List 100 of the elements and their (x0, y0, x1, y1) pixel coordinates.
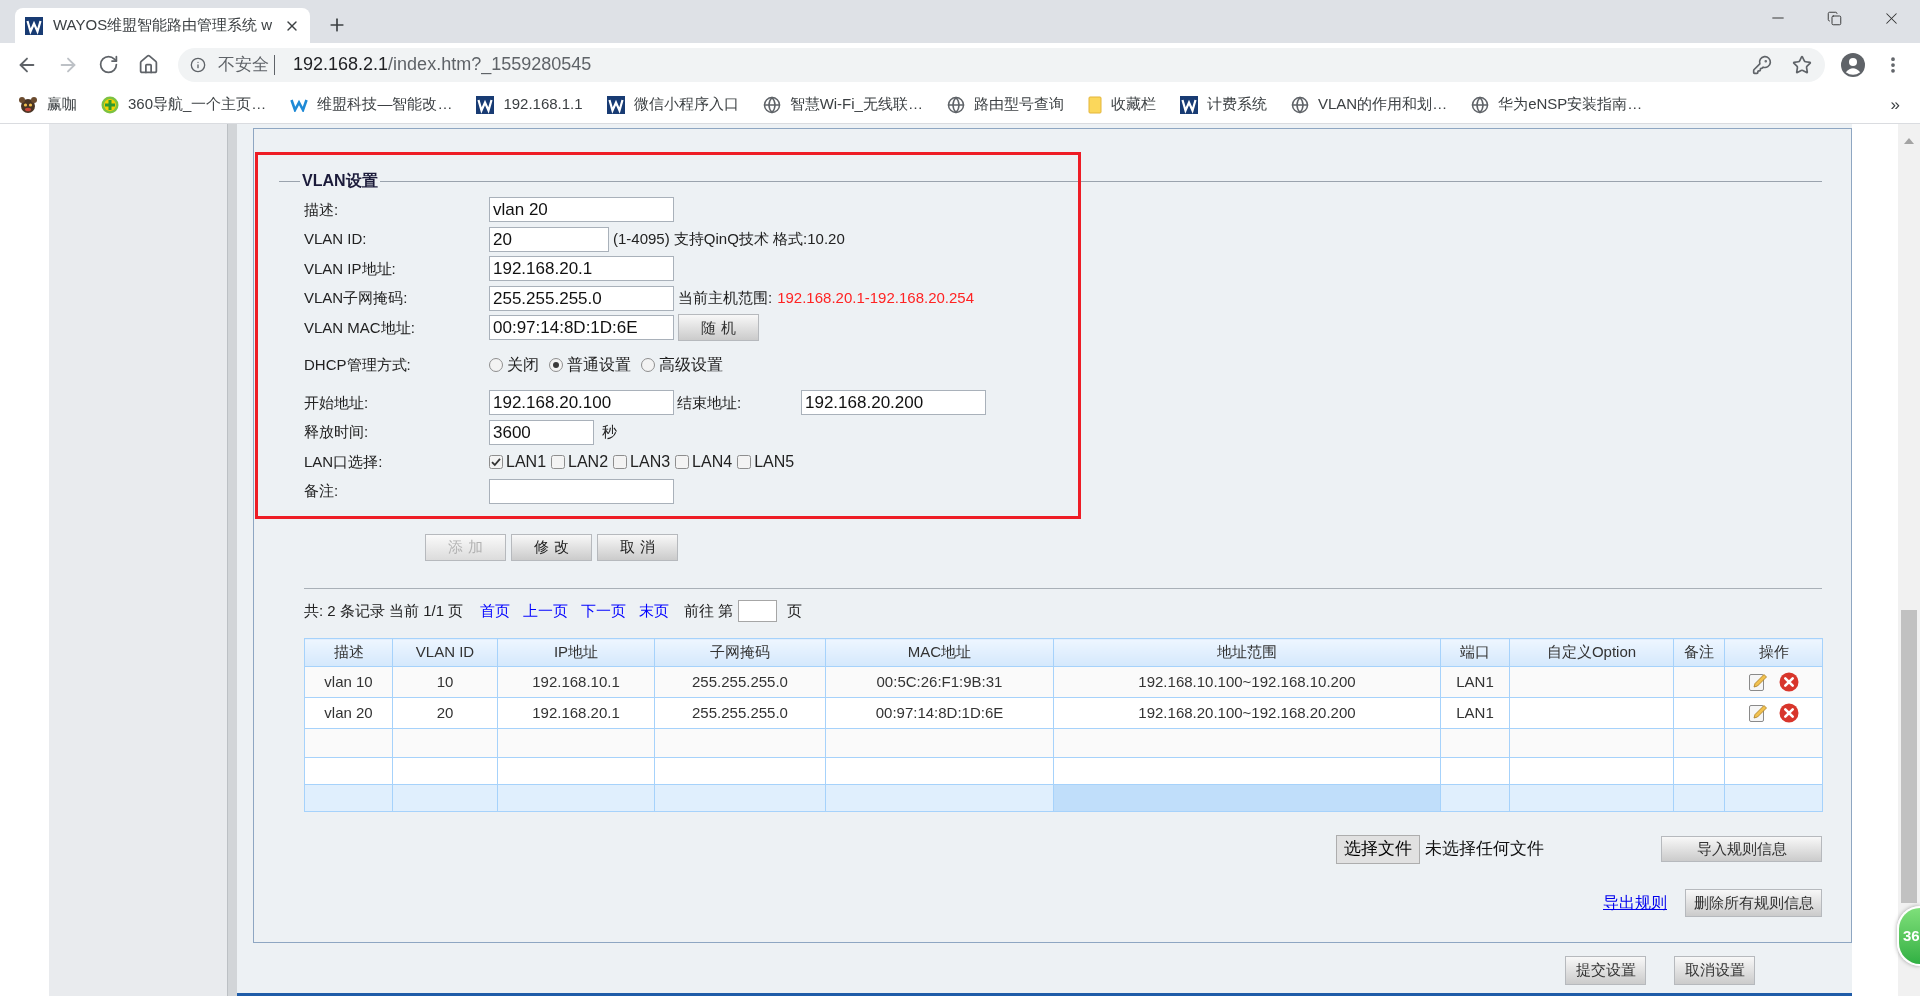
text-field[interactable]: 00:97:14:8D:1D:6E (489, 315, 674, 341)
pagination-link[interactable]: 末页 (639, 599, 670, 623)
delete-all-button[interactable]: 删除所有规则信息 (1685, 889, 1822, 917)
host-range-text: 192.168.20.1-192.168.20.254 (777, 288, 975, 308)
browser-tab[interactable]: WAYOS维盟智能路由管理系统 w (15, 8, 310, 43)
logo-icon (476, 95, 495, 114)
bookmark-item[interactable]: 计费系统 (1179, 93, 1267, 116)
radio-option[interactable]: 高级设置 (641, 353, 723, 378)
restore-icon[interactable] (1827, 10, 1842, 26)
table-cell: 10 (392, 666, 498, 698)
export-link[interactable]: 导出规则 (1603, 891, 1667, 915)
pagination-link[interactable]: 下一页 (581, 599, 627, 623)
checkbox-option[interactable]: LAN3 (613, 449, 671, 474)
logo-icon (290, 97, 309, 112)
import-button[interactable]: 导入规则信息 (1661, 836, 1822, 862)
column-header: 自定义Option (1509, 638, 1674, 667)
scrollbar-thumb[interactable] (1901, 610, 1917, 903)
column-header: MAC地址 (825, 638, 1054, 667)
column-header: 操作 (1724, 638, 1823, 667)
file-status: 未选择任何文件 (1425, 838, 1544, 861)
record-summary: 共: 2 条记录 当前 1/1 页 (304, 600, 464, 621)
delete-icon[interactable] (1779, 703, 1799, 723)
goto-label: 前往 第 (684, 600, 734, 621)
delete-icon[interactable] (1779, 672, 1799, 692)
section-legend: VLAN设置 (300, 169, 380, 193)
text-field[interactable]: 192.168.20.200 (801, 390, 986, 416)
field-label: VLAN ID: (304, 230, 367, 248)
text-field[interactable] (489, 478, 674, 504)
bookmark-item[interactable]: 智慧Wi-Fi_无线联… (762, 93, 923, 116)
globe-icon (1471, 95, 1490, 114)
bookmark-item[interactable]: 维盟科技—智能改… (290, 93, 453, 116)
person-circle-icon[interactable] (1841, 52, 1865, 77)
url-text: 192.168.2.1/index.htm?_1559280545 (293, 53, 592, 77)
field-label: 释放时间: (304, 423, 369, 441)
bookmark-item[interactable]: 华为eNSP安装指南… (1471, 93, 1643, 116)
edit-icon[interactable] (1748, 703, 1768, 723)
field-label: VLAN MAC地址: (304, 318, 415, 336)
bookmarks-overflow-button[interactable]: » (1890, 91, 1900, 118)
radio-option[interactable]: 关闭 (489, 353, 539, 378)
bookmark-item[interactable]: 路由型号查询 (946, 93, 1064, 116)
logo-icon (606, 95, 625, 114)
table-cell: 255.255.255.0 (654, 666, 826, 698)
checkbox-option[interactable]: LAN4 (675, 449, 733, 474)
random-button[interactable]: 随 机 (678, 314, 759, 342)
text-field[interactable]: 3600 (489, 419, 594, 445)
globe-icon (1290, 95, 1309, 114)
creature-icon (18, 95, 38, 114)
footer-button[interactable]: 取消设置 (1674, 956, 1755, 985)
globe-icon (946, 95, 965, 114)
text-field[interactable]: vlan 20 (489, 197, 674, 223)
reload-icon[interactable] (98, 54, 119, 75)
table-cell: 192.168.20.1 (497, 697, 655, 729)
field-label: 备注: (304, 482, 339, 500)
field-hint: (1-4095) 支持QinQ技术 格式:10.20 (613, 229, 845, 249)
field-hint: 当前主机范围: (678, 288, 773, 308)
info-icon[interactable] (190, 56, 206, 73)
page-number-field[interactable] (738, 600, 778, 622)
table-cell: 00:5C:26:F1:9B:31 (825, 666, 1054, 698)
text-field[interactable]: 20 (489, 226, 609, 252)
text-field[interactable]: 192.168.20.100 (489, 390, 674, 416)
radio-option[interactable]: 普通设置 (549, 353, 631, 378)
edit-icon[interactable] (1748, 672, 1768, 692)
bookmark-item[interactable]: 360导航_一个主页… (101, 93, 267, 116)
footer-button[interactable]: 提交设置 (1565, 956, 1646, 985)
field-label: 开始地址: (304, 393, 369, 411)
column-header: 子网掩码 (654, 638, 826, 667)
bookmark-item[interactable]: 收藏栏 (1087, 93, 1156, 116)
form-button[interactable]: 取 消 (597, 534, 678, 561)
text-field[interactable]: 192.168.20.1 (489, 256, 674, 282)
text-field[interactable]: 255.255.255.0 (489, 285, 674, 311)
column-header: 备注 (1673, 638, 1725, 667)
plus-circle-icon (101, 95, 119, 114)
column-header: VLAN ID (392, 638, 498, 667)
pagination-link[interactable]: 首页 (480, 599, 511, 623)
globe-icon (762, 95, 781, 114)
table-cell: 255.255.255.0 (654, 697, 826, 729)
table-cell: 00:97:14:8D:1D:6E (825, 697, 1054, 729)
field-label: 描述: (304, 200, 339, 218)
form-button[interactable]: 修 改 (511, 534, 592, 561)
security-label: 不安全 (218, 53, 269, 76)
address-field[interactable]: 不安全 192.168.2.1/index.htm?_1559280545 (178, 47, 1825, 82)
table-cell: LAN1 (1440, 666, 1510, 698)
checkbox-option[interactable]: LAN1 (489, 449, 547, 474)
bookmark-item[interactable]: 赢咖 (18, 93, 77, 116)
column-header: 描述 (304, 638, 393, 667)
house-icon[interactable] (138, 54, 159, 75)
checkbox-option[interactable]: LAN5 (737, 449, 795, 474)
choose-file-button[interactable]: 选择文件 (1336, 834, 1420, 864)
table-cell: LAN1 (1440, 697, 1510, 729)
unit-label: 秒 (602, 422, 617, 442)
star-icon[interactable] (1792, 54, 1812, 75)
table-cell: vlan 10 (304, 666, 393, 698)
pagination-link[interactable]: 上一页 (523, 599, 569, 623)
key-icon[interactable] (1752, 54, 1772, 75)
checkbox-option[interactable]: LAN2 (551, 449, 609, 474)
bookmark-item[interactable]: 微信小程序入口 (606, 93, 739, 116)
bookmark-item[interactable]: VLAN的作用和划… (1290, 93, 1448, 116)
column-header: IP地址 (497, 638, 655, 667)
table-cell: 192.168.10.100~192.168.10.200 (1053, 666, 1441, 698)
bookmark-item[interactable]: 192.168.1.1 (476, 93, 583, 116)
